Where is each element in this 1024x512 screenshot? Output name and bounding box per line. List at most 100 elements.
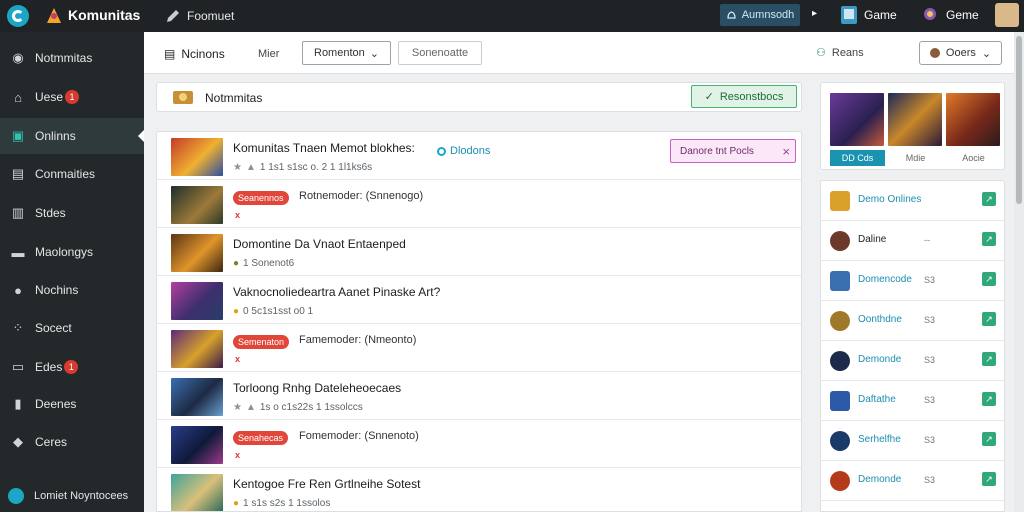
pencil-icon[interactable] xyxy=(165,8,181,24)
game-select[interactable]: Ooers ⌄ xyxy=(919,41,1002,65)
post-thumbnail[interactable] xyxy=(171,474,223,511)
post-thumbnail[interactable] xyxy=(171,186,223,224)
user-avatar[interactable] xyxy=(995,3,1019,27)
game-tile-icon[interactable] xyxy=(838,4,860,26)
post-title[interactable]: Kentogoe Fre Ren Grtlneihe Sotest xyxy=(233,477,420,491)
brand-name[interactable]: Komunitas xyxy=(68,7,140,23)
user-list-item[interactable]: Oonthdne S3 ↗ xyxy=(821,301,1004,341)
game-thumbnail[interactable] xyxy=(888,93,942,146)
user-list-item[interactable]: Demo Onlines ↗ xyxy=(821,181,1004,221)
feed-action-button[interactable]: ✓ Resonstbocs xyxy=(691,85,797,108)
scrollbar-thumb[interactable] xyxy=(1016,36,1022,204)
user-name[interactable]: Daftathe xyxy=(858,394,896,405)
emoji-icon: ● xyxy=(233,306,240,317)
app-logo-icon[interactable] xyxy=(7,5,29,27)
tab-aocie[interactable]: Aocie xyxy=(946,150,1001,166)
user-list-item[interactable]: Demonde S3 ↗ xyxy=(821,341,1004,381)
share-icon[interactable]: ↗ xyxy=(982,352,996,366)
star-icon: ★ xyxy=(233,162,242,173)
sidebar-item-label: Uese xyxy=(35,90,64,104)
post-link[interactable]: Foomuet xyxy=(187,9,234,23)
share-icon[interactable]: ↗ xyxy=(982,192,996,206)
post-thumbnail[interactable] xyxy=(171,426,223,464)
post-thumbnail[interactable] xyxy=(171,330,223,368)
filter-select[interactable]: Sonenoatte xyxy=(398,41,482,65)
game-link-2[interactable]: Geme xyxy=(946,8,979,22)
game-thumbnail[interactable] xyxy=(946,93,1000,146)
sidebar-item-edes[interactable]: ▭ Edes 1 xyxy=(0,349,144,385)
sidebar-item-notmmitas[interactable]: ◉ Notmmitas xyxy=(0,40,144,76)
user-name[interactable]: Domencode xyxy=(858,274,912,285)
share-icon[interactable]: ↗ xyxy=(982,312,996,326)
list-item[interactable]: Vaknocnoliedeartra Aanet Pinaske Art? ● … xyxy=(157,276,801,324)
user-name[interactable]: Serhelfhe xyxy=(858,434,901,445)
gamepad-icon: ▣ xyxy=(11,128,25,143)
online-indicator: Dlodons xyxy=(437,145,490,157)
post-thumbnail[interactable] xyxy=(171,234,223,272)
post-title[interactable]: Komunitas Tnaen Memot blokhes: xyxy=(233,141,415,155)
sidebar-item-stdes[interactable]: ▥ Stdes xyxy=(0,195,144,231)
sidebar-item-label: Notmmitas xyxy=(35,51,93,65)
sidebar-item-socect[interactable]: ⁘ Socect xyxy=(0,310,144,346)
tab-dd-cds[interactable]: DD Cds xyxy=(830,150,885,166)
list-item[interactable]: Senahecas Fomemoder: (Snnenoto) x xyxy=(157,420,801,468)
share-icon[interactable]: ↗ xyxy=(982,432,996,446)
sidebar-item-nochins[interactable]: ● Nochins xyxy=(0,272,144,308)
user-list-item[interactable]: Demonde S3 ↗ xyxy=(821,461,1004,501)
sidebar-item-conmaities[interactable]: ▤ Conmaities xyxy=(0,156,144,192)
status-badge: Semenaton xyxy=(233,335,290,349)
game-thumbnail[interactable] xyxy=(830,93,884,146)
top-bar: Komunitas Foomuet Aumnsodh ▸ Game Geme xyxy=(0,0,1024,32)
list-item[interactable]: Komunitas Tnaen Memot blokhes: Dlodons ★… xyxy=(157,132,801,180)
user-name[interactable]: Daline xyxy=(858,234,886,245)
user-name[interactable]: Demonde xyxy=(858,474,901,485)
share-icon[interactable]: ↗ xyxy=(982,272,996,286)
game-link[interactable]: Game xyxy=(864,8,897,22)
user-list-item[interactable]: Daftathe S3 ↗ xyxy=(821,381,1004,421)
sidebar-footer[interactable]: Lomiet Noyntocees xyxy=(0,480,144,512)
share-icon[interactable]: ↗ xyxy=(982,392,996,406)
list-item[interactable]: Semenaton Famemoder: (Nmeonto) x xyxy=(157,324,801,372)
share-icon[interactable]: ↗ xyxy=(982,232,996,246)
sort-select[interactable]: Romenton ⌄ xyxy=(302,41,391,65)
remove-mark[interactable]: x xyxy=(235,354,240,364)
user-name[interactable]: Oonthdne xyxy=(858,314,902,325)
post-thumbnail[interactable] xyxy=(171,378,223,416)
sidebar-item-label: Deenes xyxy=(35,397,77,411)
remove-mark[interactable]: x xyxy=(235,450,240,460)
sidebar-item-ceres[interactable]: ◆ Ceres xyxy=(0,424,144,460)
user-icon: ● xyxy=(14,282,22,298)
sidebar-item-onlinns[interactable]: ▣ Onlinns xyxy=(0,118,144,154)
list-item[interactable]: Torloong Rnhg Dateleheoecaes ★ ▲ 1s o c1… xyxy=(157,372,801,420)
arrow-right-icon[interactable]: ▸ xyxy=(812,8,817,19)
post-title[interactable]: Torloong Rnhg Dateleheoecaes xyxy=(233,381,401,395)
user-name[interactable]: Demonde xyxy=(858,354,901,365)
user-name[interactable]: Demo Onlines xyxy=(858,194,921,205)
remove-mark[interactable]: x xyxy=(235,210,240,220)
user-list-item[interactable]: Domencode S3 ↗ xyxy=(821,261,1004,301)
share-icon[interactable]: ↗ xyxy=(982,472,996,486)
post-title[interactable]: Domontine Da Vnaot Entaenped xyxy=(233,237,406,251)
game-character-icon[interactable] xyxy=(920,5,940,25)
post-thumbnail[interactable] xyxy=(171,138,223,176)
post-title[interactable]: Vaknocnoliedeartra Aanet Pinaske Art? xyxy=(233,285,440,299)
post-thumbnail[interactable] xyxy=(171,282,223,320)
active-indicator xyxy=(138,130,144,142)
user-list-item[interactable]: Serhelfhe S3 ↗ xyxy=(821,421,1004,461)
notify-button-label: Aumnsodh xyxy=(741,9,795,21)
filter-label: Mier xyxy=(258,48,280,60)
tab-mdie[interactable]: Mdie xyxy=(888,150,943,166)
sidebar-item-uese[interactable]: ⌂ Uese 1 xyxy=(0,79,144,115)
dismiss-pill[interactable]: Danore tnt Pocls × xyxy=(670,139,796,163)
sidebar-item-deenes[interactable]: ▮ Deenes xyxy=(0,386,144,422)
online-label: Dlodons xyxy=(450,145,491,157)
list-item[interactable]: Kentogoe Fre Ren Grtlneihe Sotest ● 1 s1… xyxy=(157,468,801,511)
sidebar-item-maolongys[interactable]: ▬ Maolongys xyxy=(0,234,144,270)
users-link[interactable]: ⚇ Reans xyxy=(816,46,864,60)
notify-button[interactable]: Aumnsodh xyxy=(720,4,800,26)
close-icon[interactable]: × xyxy=(782,144,790,159)
list-item[interactable]: Domontine Da Vnaot Entaenped ● 1 Sonenot… xyxy=(157,228,801,276)
thumb-icon: ▲ xyxy=(245,162,256,173)
list-item[interactable]: Seanennos Rotnemoder: (Snnenogo) x xyxy=(157,180,801,228)
user-list-item[interactable]: Daline -- ↗ xyxy=(821,221,1004,261)
